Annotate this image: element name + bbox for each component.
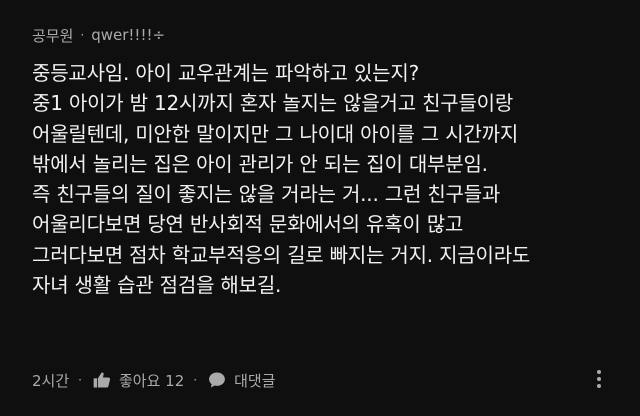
more-options-button[interactable]: [588, 370, 610, 392]
meta-separator: ·: [80, 28, 85, 42]
more-vertical-icon: [596, 369, 602, 393]
comment: 공무원 · qwer!!!!÷ 중등교사임. 아이 교우관계는 파악하고 있는지…: [0, 0, 640, 416]
author-name[interactable]: 공무원: [32, 25, 73, 46]
comment-actions: 2시간 · 좋아요 12 · 대댓글: [32, 366, 275, 394]
comment-line: 그러다보면 점차 학교부적응의 길로 빠지는 거지. 지금이라도: [32, 242, 531, 267]
like-button[interactable]: 좋아요 12: [91, 369, 184, 391]
reply-button[interactable]: 대댓글: [206, 369, 275, 391]
comment-line: 중등교사임. 아이 교우관계는 파악하고 있는지?: [32, 61, 420, 85]
comment-line: 어울리다보면 당연 반사회적 문화에서의 유혹이 많고: [32, 212, 464, 237]
comment-meta: 공무원 · qwer!!!!÷: [32, 24, 165, 46]
reply-label: 대댓글: [234, 371, 276, 390]
comment-line: 어울릴텐데, 미안한 말이지만 그 나이대 아이를 그 시간까지: [32, 121, 519, 146]
comment-body: 중등교사임. 아이 교우관계는 파악하고 있는지? 중1 아이가 밤 12시까지…: [32, 58, 622, 300]
thumbs-up-icon: [91, 369, 113, 391]
comment-line: 중1 아이가 밤 12시까지 혼자 놀지는 않을거고 친구들이랑: [32, 91, 514, 116]
comment-timestamp: 2시간: [32, 371, 70, 390]
like-count-label: 좋아요 12: [118, 371, 185, 390]
actions-separator: ·: [193, 373, 198, 387]
comment-line: 즉 친구들의 질이 좋지는 않을 거라는 거... 그런 친구들과: [32, 182, 501, 207]
comment-line: 밖에서 놀리는 집은 아이 관리가 안 되는 집이 대부분임.: [32, 151, 488, 176]
actions-separator: ·: [78, 373, 82, 387]
comment-line: 자녀 생활 습관 점검을 해보길.: [32, 273, 282, 298]
speech-bubble-icon: [206, 369, 228, 391]
author-handle[interactable]: qwer!!!!÷: [91, 26, 165, 44]
